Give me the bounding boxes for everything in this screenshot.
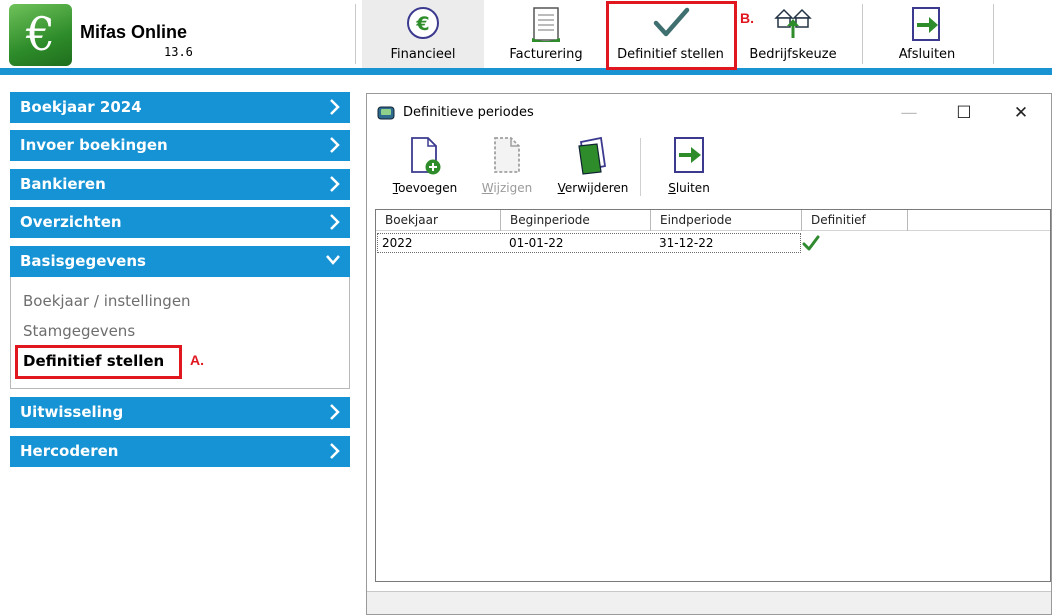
financieel-label: Financieel — [390, 47, 456, 62]
wijzigen-label: Wijzigen — [481, 181, 533, 195]
sidebar-item-boekjaar[interactable]: Boekjaar 2024 — [10, 92, 350, 123]
sidebar-item-hercoderen[interactable]: Hercoderen — [10, 436, 350, 467]
chevron-right-icon — [329, 403, 341, 424]
app-logo: € — [9, 4, 72, 66]
app-name: Mifas Online — [80, 22, 188, 42]
bedrijfskeuze-button[interactable]: Bedrijfskeuze — [738, 0, 848, 68]
sidebar-item-label: Boekjaar 2024 — [20, 98, 142, 116]
chevron-right-icon — [329, 442, 341, 463]
minimize-button[interactable]: — — [889, 100, 929, 126]
window-titlebar[interactable]: Definitieve periodes — ☐ ✕ — [367, 94, 1051, 130]
check-icon — [802, 234, 820, 252]
periodes-table[interactable]: Boekjaar Beginperiode Eindperiode Defini… — [375, 209, 1051, 582]
toolbar-separator — [355, 4, 356, 64]
subitem-boekjaar-instellingen[interactable]: Boekjaar / instellingen — [23, 292, 191, 310]
chevron-right-icon — [329, 175, 341, 196]
close-button[interactable]: ✕ — [1001, 100, 1041, 126]
window-statusbar — [367, 591, 1051, 614]
annotation-a: A. — [190, 352, 204, 368]
column-header-beginperiode[interactable]: Beginperiode — [501, 210, 651, 231]
svg-text:€: € — [415, 13, 429, 35]
wijzigen-button[interactable]: Wijzigen — [471, 136, 543, 196]
sluiten-button[interactable]: Sluiten — [651, 136, 727, 196]
window-title: Definitieve periodes — [403, 105, 534, 120]
sluiten-label: Sluiten — [668, 181, 710, 195]
verwijderen-button[interactable]: Verwijderen — [553, 136, 633, 196]
cell-boekjaar: 2022 — [382, 236, 413, 250]
euro-logo-icon: € — [25, 7, 56, 61]
facturering-button[interactable]: Facturering — [490, 0, 602, 68]
column-header-boekjaar[interactable]: Boekjaar — [376, 210, 501, 231]
sidebar-item-overzichten[interactable]: Overzichten — [10, 207, 350, 238]
toevoegen-label: Toevoegen — [392, 181, 458, 195]
euro-circle-icon: € — [406, 6, 440, 43]
window-app-icon — [377, 106, 395, 123]
houses-icon — [773, 4, 813, 43]
subitem-stamgegevens[interactable]: Stamgegevens — [23, 322, 135, 340]
app-version: 13.6 — [164, 45, 193, 59]
table-row[interactable]: 2022 01-01-22 31-12-22 — [377, 233, 820, 253]
bedrijfskeuze-label: Bedrijfskeuze — [749, 47, 837, 62]
financieel-button[interactable]: € Financieel — [362, 0, 484, 68]
new-document-add-icon — [408, 136, 442, 179]
sidebar-item-label: Overzichten — [20, 213, 122, 231]
sidebar-item-label: Uitwisseling — [20, 403, 124, 421]
toolbar-separator — [993, 4, 994, 64]
sidebar-item-label: Basisgegevens — [20, 252, 146, 270]
highlight-box-b — [606, 1, 737, 70]
window-toolbar-separator — [640, 138, 641, 196]
column-header-definitief[interactable]: Definitief — [802, 210, 908, 231]
verwijderen-label: Verwijderen — [557, 181, 629, 195]
toolbar-accent-bar — [0, 68, 1052, 75]
sidebar-item-bankieren[interactable]: Bankieren — [10, 169, 350, 200]
delete-documents-icon — [575, 136, 611, 179]
chevron-right-icon — [329, 98, 341, 119]
invoice-document-icon — [529, 6, 563, 47]
toevoegen-button[interactable]: Toevoegen — [385, 136, 465, 196]
close-arrow-icon — [672, 136, 706, 179]
maximize-button[interactable]: ☐ — [944, 100, 984, 126]
sidebar-item-uitwisseling[interactable]: Uitwisseling — [10, 397, 350, 428]
sidebar-item-label: Bankieren — [20, 175, 106, 193]
cell-eindperiode: 31-12-22 — [659, 236, 714, 250]
toolbar-separator — [862, 4, 863, 64]
sidebar-item-label: Invoer boekingen — [20, 136, 168, 154]
afsluiten-label: Afsluiten — [898, 47, 956, 62]
sidebar-item-invoer-boekingen[interactable]: Invoer boekingen — [10, 130, 350, 161]
cell-beginperiode: 01-01-22 — [509, 236, 564, 250]
annotation-b: B. — [740, 10, 754, 26]
facturering-label: Facturering — [509, 47, 583, 62]
column-header-eindperiode[interactable]: Eindperiode — [651, 210, 802, 231]
exit-arrow-icon — [910, 6, 944, 47]
table-header: Boekjaar Beginperiode Eindperiode Defini… — [376, 210, 1050, 231]
highlight-box-a — [15, 345, 182, 379]
sidebar-item-label: Hercoderen — [20, 442, 119, 460]
sidebar-item-basisgegevens[interactable]: Basisgegevens — [10, 246, 350, 277]
chevron-right-icon — [329, 213, 341, 234]
afsluiten-button[interactable]: Afsluiten — [872, 0, 982, 68]
main-toolbar: € Mifas Online 13.6 € Financieel Facture… — [0, 0, 1052, 68]
definitieve-periodes-window: Definitieve periodes — ☐ ✕ Toevoegen Wij… — [366, 93, 1052, 615]
chevron-right-icon — [329, 136, 341, 157]
chevron-down-icon — [325, 254, 341, 269]
edit-document-icon — [490, 136, 524, 179]
